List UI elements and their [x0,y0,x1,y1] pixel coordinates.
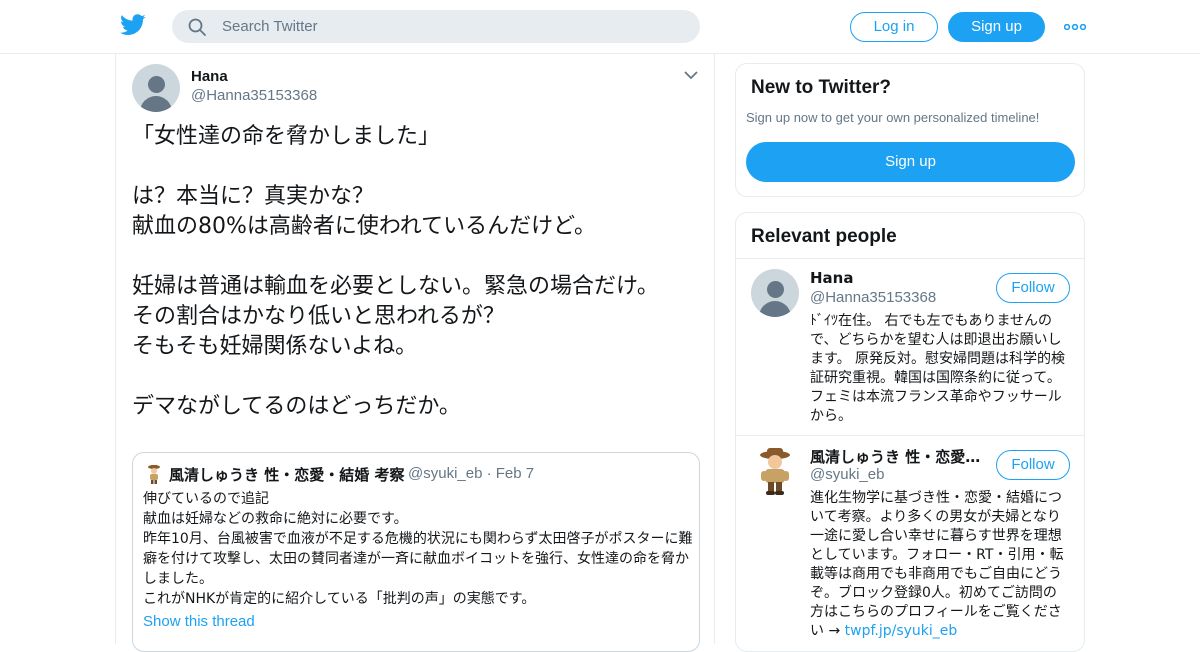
quoted-tweet-text: 伸びているので追記 献血は妊婦などの救命に絶対に必要です。 昨年10月、台風被害… [143,491,693,607]
show-thread-link[interactable]: Show this thread [143,613,255,630]
top-navigation-bar: Log in Sign up [0,0,1200,54]
search-input[interactable] [222,10,682,43]
new-to-twitter-card: New to Twitter? Sign up now to get your … [735,63,1085,197]
cartoon-explorer-avatar[interactable] [751,446,799,496]
chevron-down-icon[interactable] [684,70,698,80]
search-icon [188,18,206,36]
new-card-subtitle: Sign up now to get your own personalized… [746,110,1040,125]
avatar[interactable] [751,269,799,317]
tweet-author-name[interactable]: Hana [191,68,228,85]
more-options-icon[interactable] [1064,24,1086,30]
new-card-title: New to Twitter? [751,77,892,98]
search-bar[interactable] [172,10,700,43]
login-button[interactable]: Log in [850,12,938,42]
relevant-people-card: Relevant people Hana @Hanna35153368 Foll… [735,212,1085,652]
relevant-people-title: Relevant people [751,226,897,247]
tweet-author-handle[interactable]: @Hanna35153368 [191,87,317,104]
person-name[interactable]: Hana [810,269,985,287]
person-bio: ﾄﾞｲﾂ在住。 右でも左でもありませんので、どちらかを望む人は即退出お願いします… [810,313,1066,424]
tweet-text: 「女性達の命を脅かしました」 は？本当に？真実かな？ 献血の80%は高齢者に使わ… [132,124,659,419]
signup-button[interactable]: Sign up [948,12,1045,42]
person-bio-text: 進化生物学に基づき性・恋愛・結婚について考察。より多くの男女が夫婦となり一途に愛… [810,490,1064,639]
person-bio: 進化生物学に基づき性・恋愛・結婚について考察。より多くの男女が夫婦となり一途に愛… [810,489,1068,641]
quoted-author-avatar [148,465,160,484]
quoted-author-handle: @syuki_eb · Feb 7 [408,465,535,482]
quoted-tweet[interactable]: 風清しゅうき 性・恋愛・結婚 考察 @syuki_eb · Feb 7 伸びてい… [132,452,700,652]
person-handle[interactable]: @Hanna35153368 [810,289,936,306]
person-name[interactable]: 風清しゅうき 性・恋愛… [810,446,985,467]
profile-link[interactable]: twpf.jp/syuki_eb [845,623,958,639]
person-handle[interactable]: @syuki_eb [810,466,884,483]
tweet-detail: Hana @Hanna35153368 「女性達の命を脅かしました」 は？本当に… [115,54,715,652]
sidebar-signup-button[interactable]: Sign up [746,142,1075,182]
twitter-bird-icon[interactable] [120,14,146,36]
follow-button[interactable]: Follow [996,450,1070,480]
divider [736,435,1084,436]
follow-button[interactable]: Follow [996,273,1070,303]
divider [736,258,1084,259]
avatar[interactable] [132,64,180,112]
quoted-author-name: 風清しゅうき 性・恋愛・結婚 考察 [169,466,405,484]
